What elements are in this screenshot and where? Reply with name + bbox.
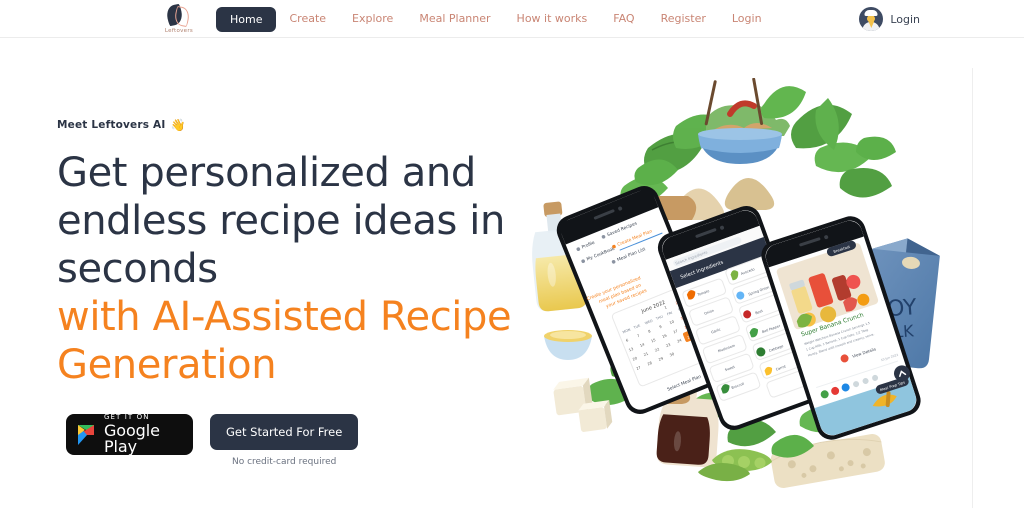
chef-avatar-icon[interactable]: [859, 7, 884, 31]
landing-page: Leftovers Home Create Explore Meal Plann…: [0, 0, 1024, 508]
brand-logo-text: Leftovers: [164, 27, 194, 34]
account-login-label[interactable]: Login: [890, 13, 920, 26]
nav-item-register[interactable]: Register: [648, 0, 719, 38]
account-area[interactable]: Login: [859, 0, 920, 38]
nav-item-meal-planner[interactable]: Meal Planner: [406, 0, 503, 38]
hero-text-block: Meet Leftovers AI 👋 Get personalized and…: [57, 118, 527, 389]
nav-item-home[interactable]: Home: [216, 6, 277, 32]
headline-line-1: Get personalized and: [57, 150, 476, 196]
get-started-group: Get Started For Free No credit-card requ…: [210, 414, 359, 467]
headline-line-2: endless recipe ideas in: [57, 198, 505, 244]
vertical-divider: [972, 68, 973, 508]
hero-eyebrow: Meet Leftovers AI 👋: [57, 118, 527, 132]
soy-ingredients-phone-mockups-graphic: SOY MILK: [532, 78, 940, 489]
site-header: Leftovers Home Create Explore Meal Plann…: [0, 0, 1024, 38]
nav-item-login[interactable]: Login: [719, 0, 775, 38]
google-play-small-label: GET IT ON: [104, 413, 150, 421]
avatar-face: [867, 14, 876, 22]
leftovers-leaf-logo-icon: [165, 3, 192, 27]
headline-line-3: seconds: [57, 246, 218, 292]
nav-item-explore[interactable]: Explore: [339, 0, 406, 38]
google-play-big-label: Google Play: [104, 421, 160, 456]
get-started-button[interactable]: Get Started For Free: [210, 414, 359, 450]
nav-item-faq[interactable]: FAQ: [600, 0, 647, 38]
no-credit-card-note: No credit-card required: [231, 457, 337, 467]
hero-illustration: SOY MILK: [528, 78, 958, 498]
avatar-chef-hat: [864, 9, 878, 16]
brand-logo[interactable]: Leftovers: [153, 2, 205, 36]
headline-accent-line-2: Generation: [57, 342, 277, 388]
headline-accent-line-1: with AI-Assisted Recipe: [57, 294, 512, 340]
waving-hand-icon: 👋: [170, 118, 186, 132]
nav-item-how-it-works[interactable]: How it works: [504, 0, 601, 38]
hero-eyebrow-label: Meet Leftovers AI: [57, 119, 166, 131]
google-play-badge-button[interactable]: GET IT ON Google Play: [66, 414, 193, 455]
play-icon-yellow-wedge: [78, 424, 85, 435]
primary-nav: Home Create Explore Meal Planner How it …: [216, 0, 775, 38]
google-play-label-group: GET IT ON Google Play: [104, 414, 181, 455]
nav-item-create[interactable]: Create: [276, 0, 339, 38]
page-title: Get personalized and endless recipe idea…: [57, 149, 527, 389]
google-play-icon: [78, 424, 96, 445]
hero-cta-row: GET IT ON Google Play Get Started For Fr…: [66, 414, 359, 467]
oil-bowl: [544, 330, 592, 360]
